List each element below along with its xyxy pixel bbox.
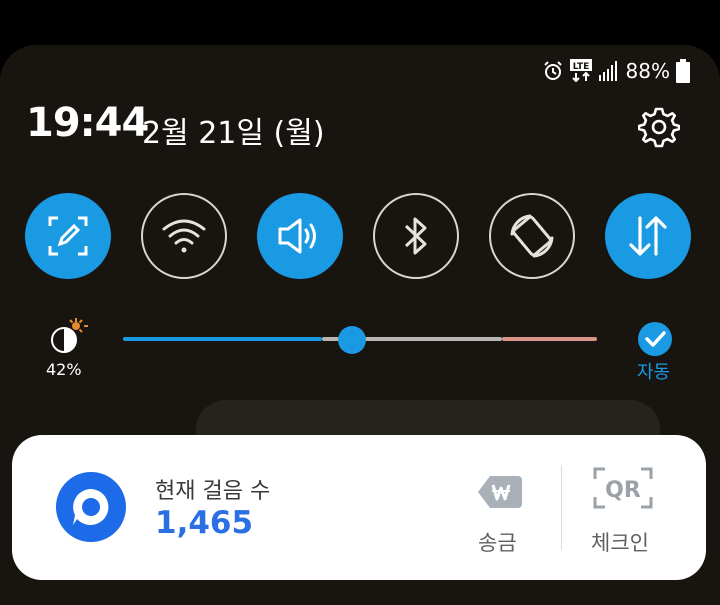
settings-gear-icon[interactable] [637, 106, 681, 148]
status-bar: LTE 88% [542, 58, 690, 84]
qr-text: QR [605, 478, 641, 503]
brightness-slider-thumb[interactable] [338, 326, 367, 354]
brightness-track-end[interactable] [502, 337, 597, 341]
chat-bubble-logo-icon[interactable] [56, 472, 126, 542]
won-tag-icon [476, 470, 526, 514]
battery-percent: 88% [625, 59, 670, 83]
brightness-percent: 42% [46, 360, 82, 379]
bluetooth-icon [401, 213, 431, 259]
auto-brightness-label[interactable]: 자동 [637, 358, 670, 384]
battery-icon [676, 59, 690, 83]
qr-code-icon[interactable]: QR [593, 467, 653, 509]
clock[interactable]: 19:44 [26, 100, 149, 146]
speaker-icon [276, 215, 324, 257]
wifi-toggle[interactable] [141, 193, 227, 279]
screen-capture-toggle[interactable] [25, 193, 111, 279]
lte-label: LTE [572, 62, 589, 72]
wifi-icon [161, 217, 207, 255]
edit-capture-icon [46, 214, 90, 258]
steps-value[interactable]: 1,465 [155, 505, 253, 541]
brightness-track-fill[interactable] [123, 337, 323, 341]
check-in-label[interactable]: 체크인 [591, 527, 649, 557]
mobile-data-toggle[interactable] [605, 193, 691, 279]
check-icon [644, 330, 666, 348]
brightness-icon [48, 316, 90, 358]
signal-icon [598, 61, 620, 81]
date[interactable]: 2월 21일 (월) [142, 108, 325, 152]
steps-label: 현재 걸음 수 [155, 479, 271, 504]
rotate-icon [504, 208, 560, 264]
sound-toggle[interactable] [257, 193, 343, 279]
lte-icon: LTE [569, 59, 592, 83]
data-transfer-icon [624, 212, 672, 260]
bluetooth-toggle[interactable] [373, 193, 459, 279]
auto-brightness-checkbox[interactable] [638, 322, 672, 356]
quick-toggles [25, 193, 695, 281]
auto-rotate-toggle[interactable] [489, 193, 575, 279]
widget-divider [561, 465, 562, 550]
alarm-icon [542, 60, 564, 82]
send-money-label[interactable]: 송금 [478, 527, 517, 557]
